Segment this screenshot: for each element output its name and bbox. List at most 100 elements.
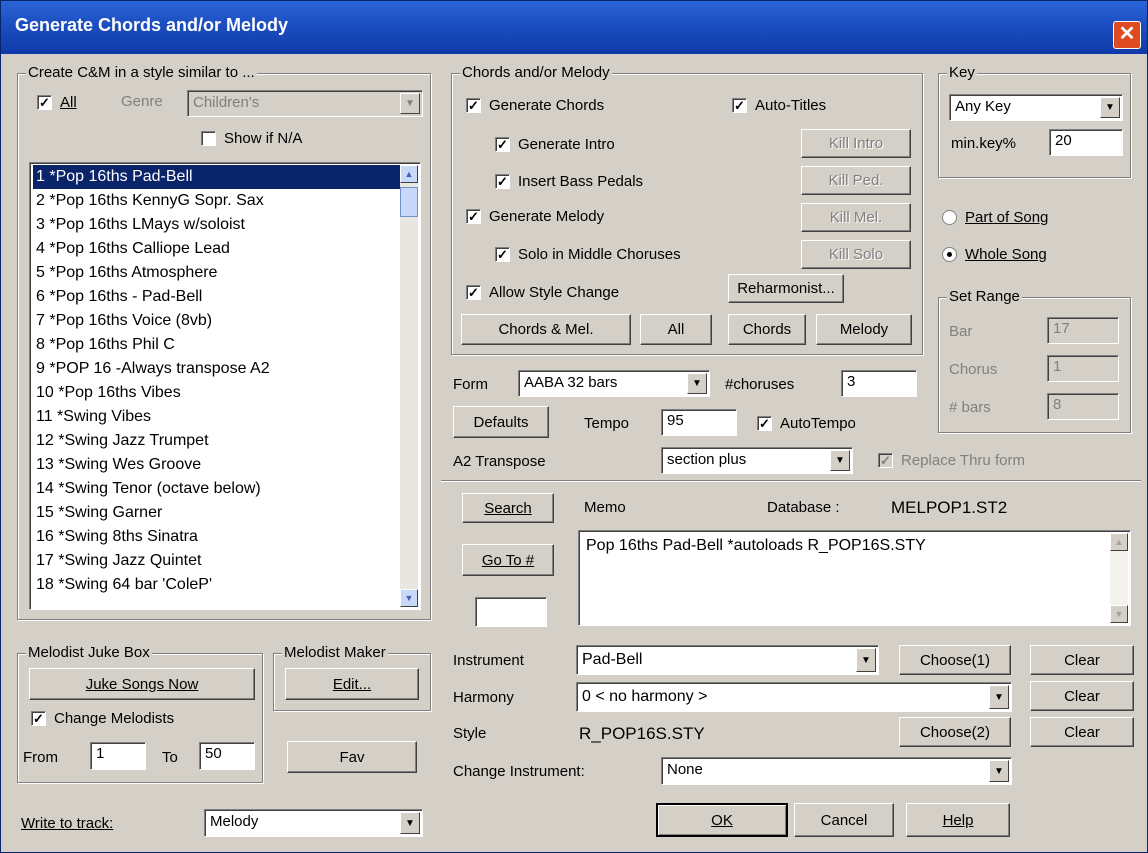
scroll-down-icon[interactable]: ▼ (400, 589, 418, 607)
chorus-input[interactable]: 1 (1047, 355, 1119, 382)
write-track-dropdown[interactable]: Melody ▼ (204, 809, 423, 837)
clear-harmony-button[interactable]: Clear (1030, 681, 1134, 711)
all-label: All (60, 94, 77, 111)
kill-mel-button[interactable]: Kill Mel. (801, 203, 911, 232)
check-mark: ✓ (495, 247, 510, 262)
close-button[interactable]: ✕ (1113, 21, 1141, 49)
kill-intro-button[interactable]: Kill Intro (801, 129, 911, 158)
list-item[interactable]: 14 *Swing Tenor (octave below) (33, 477, 401, 501)
autotempo-checkbox[interactable]: ✓ AutoTempo (757, 415, 856, 432)
clear-instrument-button[interactable]: Clear (1030, 645, 1134, 675)
to-label: To (162, 749, 178, 766)
bar-input[interactable]: 17 (1047, 317, 1119, 344)
part-of-song-label: Part of Song (965, 209, 1049, 226)
help-button[interactable]: Help (906, 803, 1010, 837)
choose1-button[interactable]: Choose(1) (899, 645, 1011, 675)
chords-button[interactable]: Chords (728, 314, 806, 345)
change-melodists-checkbox[interactable]: ✓ Change Melodists (31, 710, 174, 727)
list-item[interactable]: 6 *Pop 16ths - Pad-Bell (33, 285, 401, 309)
juke-songs-now-button[interactable]: Juke Songs Now (29, 668, 255, 700)
style-list[interactable]: 1 *Pop 16ths Pad-Bell 2 *Pop 16ths Kenny… (29, 162, 421, 610)
to-input[interactable]: 50 (199, 742, 255, 770)
juke-songs-label: Juke Songs Now (85, 675, 199, 693)
allow-style-checkbox[interactable]: ✓ Allow Style Change (466, 284, 619, 301)
list-item[interactable]: 5 *Pop 16ths Atmosphere (33, 261, 401, 285)
style-group-label: Create C&M in a style similar to ... (26, 64, 257, 81)
key-dropdown[interactable]: Any Key ▼ (949, 94, 1123, 121)
clear-style-button[interactable]: Clear (1030, 717, 1134, 747)
minkey-input[interactable]: 20 (1049, 129, 1123, 156)
fav-button[interactable]: Fav (287, 741, 417, 773)
list-item[interactable]: 11 *Swing Vibes (33, 405, 401, 429)
chords-mel-button[interactable]: Chords & Mel. (461, 314, 631, 345)
solo-middle-checkbox[interactable]: ✓ Solo in Middle Choruses (495, 246, 681, 263)
list-item[interactable]: 8 *Pop 16ths Phil C (33, 333, 401, 357)
list-item[interactable]: 18 *Swing 64 bar 'ColeP' (33, 573, 401, 597)
list-item[interactable]: 7 *Pop 16ths Voice (8vb) (33, 309, 401, 333)
list-item[interactable]: 2 *Pop 16ths KennyG Sopr. Sax (33, 189, 401, 213)
whole-song-label: Whole Song (965, 246, 1047, 263)
search-button[interactable]: Search (462, 493, 554, 523)
from-input[interactable]: 1 (90, 742, 146, 770)
harmony-dropdown[interactable]: 0 < no harmony > ▼ (576, 682, 1012, 712)
kill-solo-button[interactable]: Kill Solo (801, 240, 911, 269)
change-instrument-dropdown[interactable]: None ▼ (661, 757, 1012, 785)
list-item[interactable]: 10 *Pop 16ths Vibes (33, 381, 401, 405)
generate-melody-checkbox[interactable]: ✓ Generate Melody (466, 208, 604, 225)
chevron-down-icon: ▼ (400, 812, 420, 834)
edit-button[interactable]: Edit... (285, 668, 419, 700)
list-item[interactable]: 12 *Swing Jazz Trumpet (33, 429, 401, 453)
generate-intro-checkbox[interactable]: ✓ Generate Intro (495, 136, 615, 153)
tempo-input[interactable]: 95 (661, 409, 737, 436)
choruses-input[interactable]: 3 (841, 370, 917, 397)
form-dropdown[interactable]: AABA 32 bars ▼ (518, 370, 710, 397)
insert-bass-checkbox[interactable]: ✓ Insert Bass Pedals (495, 173, 643, 190)
ok-button[interactable]: OK (656, 803, 788, 837)
key-group-label: Key (947, 64, 977, 81)
all-checkbox[interactable]: ✓ All (37, 94, 77, 111)
list-item[interactable]: 4 *Pop 16ths Calliope Lead (33, 237, 401, 261)
all-button[interactable]: All (640, 314, 712, 345)
cancel-button[interactable]: Cancel (794, 803, 894, 837)
list-item[interactable]: 17 *Swing Jazz Quintet (33, 549, 401, 573)
all-check-mark: ✓ (37, 95, 52, 110)
check-mark: ✓ (466, 209, 481, 224)
edit-label: Edit... (332, 675, 372, 693)
instrument-label: Instrument (453, 652, 524, 669)
defaults-button[interactable]: Defaults (453, 406, 549, 438)
goto-input[interactable] (475, 597, 547, 627)
instrument-dropdown[interactable]: Pad-Bell ▼ (576, 645, 879, 675)
show-na-checkbox[interactable]: Show if N/A (201, 130, 302, 147)
genre-dropdown[interactable]: Children's ▼ (187, 90, 423, 117)
bars-label: # bars (949, 399, 991, 416)
kill-ped-button[interactable]: Kill Ped. (801, 166, 911, 195)
list-item[interactable]: 9 *POP 16 -Always transpose A2 (33, 357, 401, 381)
scroll-up-icon[interactable]: ▲ (1110, 533, 1128, 551)
whole-song-radio[interactable]: Whole Song (942, 246, 1047, 263)
auto-titles-checkbox[interactable]: ✓ Auto-Titles (732, 97, 826, 114)
generate-chords-checkbox[interactable]: ✓ Generate Chords (466, 97, 604, 114)
melody-button[interactable]: Melody (816, 314, 912, 345)
scroll-thumb[interactable] (400, 187, 418, 217)
memo-scrollbar[interactable]: ▲ ▼ (1110, 533, 1128, 623)
list-item[interactable]: 3 *Pop 16ths LMays w/soloist (33, 213, 401, 237)
change-melodists-label: Change Melodists (54, 710, 175, 727)
list-scrollbar[interactable]: ▲ ▼ (400, 165, 418, 607)
replace-thru-checkbox[interactable]: ✓ Replace Thru form (878, 452, 1025, 469)
bars-input[interactable]: 8 (1047, 393, 1119, 420)
list-item[interactable]: 1 *Pop 16ths Pad-Bell (33, 165, 401, 189)
goto-button[interactable]: Go To # (462, 544, 554, 576)
a2-transpose-dropdown[interactable]: section plus ▼ (661, 447, 853, 474)
reharmonist-button[interactable]: Reharmonist... (728, 274, 844, 303)
choose2-button[interactable]: Choose(2) (899, 717, 1011, 747)
scroll-down-icon[interactable]: ▼ (1110, 605, 1128, 623)
list-item[interactable]: 13 *Swing Wes Groove (33, 453, 401, 477)
memo-textarea[interactable]: Pop 16ths Pad-Bell *autoloads R_POP16S.S… (578, 530, 1131, 626)
genre-value: Children's (193, 94, 260, 111)
part-of-song-radio[interactable]: Part of Song (942, 209, 1048, 226)
list-item[interactable]: 16 *Swing 8ths Sinatra (33, 525, 401, 549)
choruses-label: #choruses (725, 376, 795, 393)
list-item[interactable]: 15 *Swing Garner (33, 501, 401, 525)
check-mark: ✓ (495, 174, 510, 189)
scroll-up-icon[interactable]: ▲ (400, 165, 418, 183)
